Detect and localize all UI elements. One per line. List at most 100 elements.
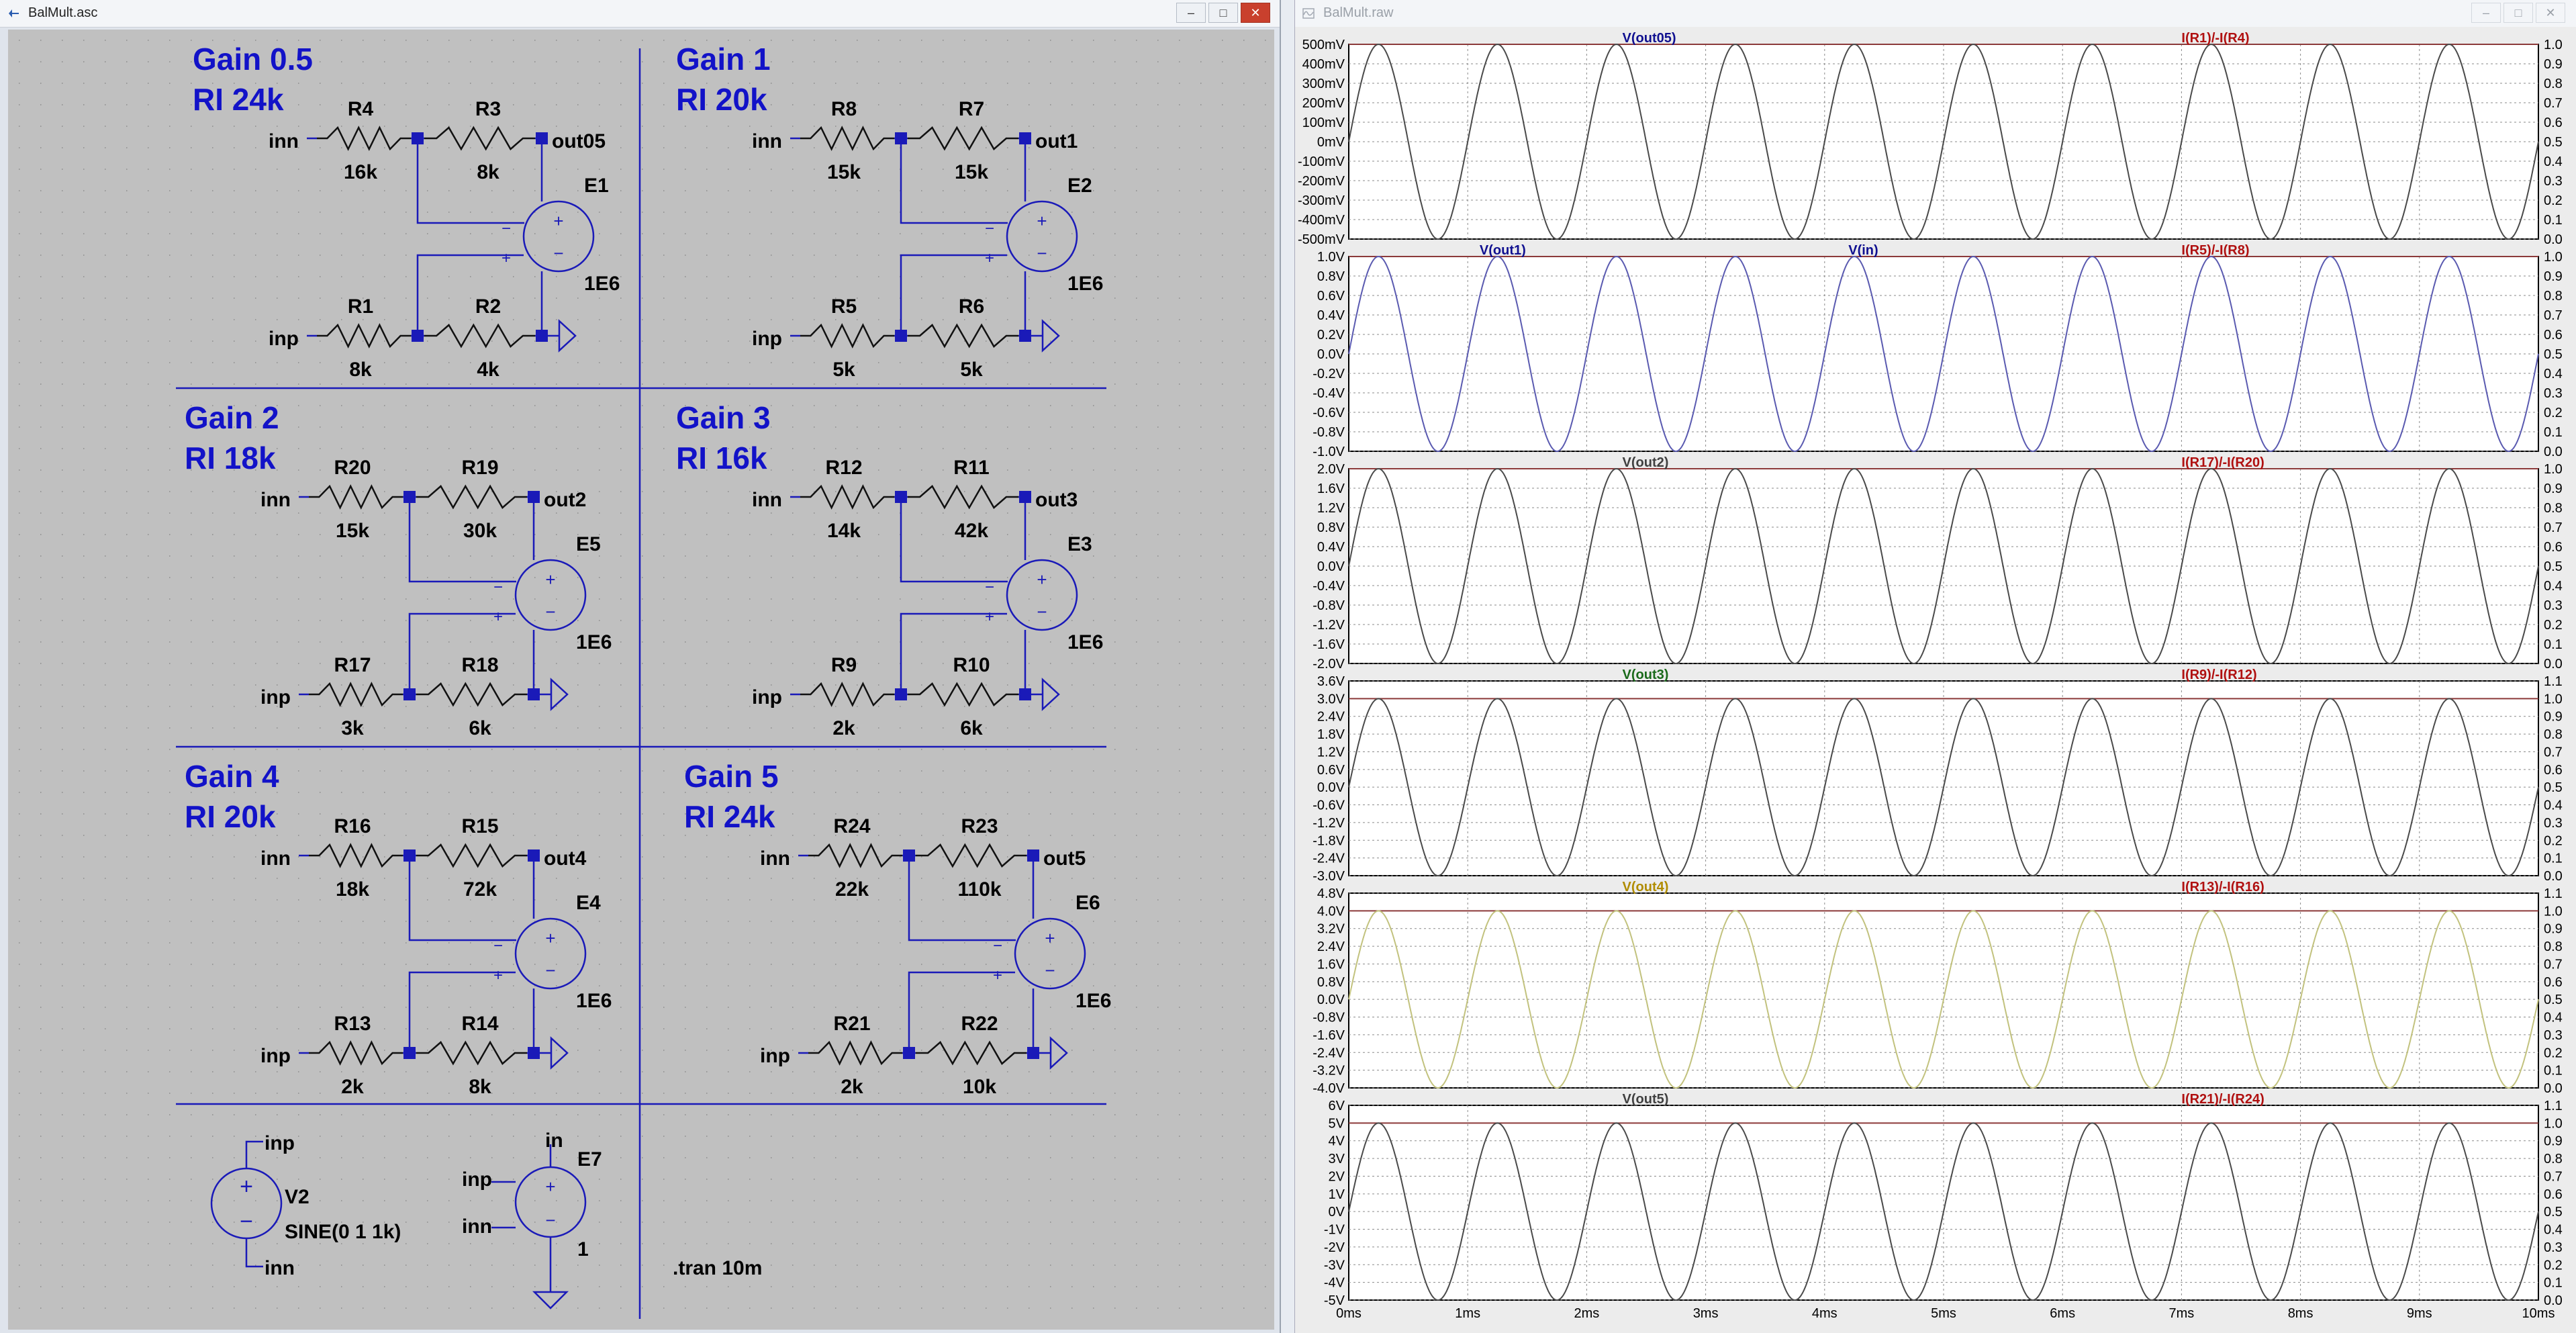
resistor-value: 15k	[336, 520, 369, 542]
y-tick-label: 4.8V	[1317, 886, 1345, 901]
right-tick-label: 0.1	[2544, 1064, 2563, 1078]
ground-symbol	[558, 319, 577, 353]
net-label-inn: inn	[269, 130, 299, 152]
resistor-name: R14	[461, 1013, 498, 1035]
maximize-button[interactable]: □	[1208, 3, 1238, 23]
cell-gain-label: Gain 0.5	[193, 42, 313, 77]
opamp-input-plus: +	[493, 608, 503, 626]
net-label-inp: inp	[265, 1132, 295, 1154]
right-tick-label: 0.2	[2544, 193, 2563, 208]
net-label-inp: inp	[260, 686, 291, 708]
y-tick-label: 3.0V	[1317, 692, 1345, 706]
plot-maximize-button[interactable]: □	[2503, 3, 2533, 23]
resistor-name: R20	[334, 457, 371, 479]
resistor-name: R3	[475, 98, 501, 120]
resistor-symbol	[808, 1040, 902, 1066]
waveform-titlebar: BalMult.raw – □ ✕	[1295, 0, 2576, 28]
resistor-value: 6k	[469, 717, 491, 739]
right-tick-label: 0.3	[2544, 1240, 2563, 1255]
resistor-symbol	[416, 682, 527, 707]
right-tick-label: 0.7	[2544, 96, 2563, 111]
waveform-canvas[interactable]: 500mV 400mV 300mV 200mV 100mV 0mV -100mV -200mV…	[1295, 27, 2576, 1333]
y-tick-label: -300mV	[1298, 193, 1345, 208]
resistor-name: R12	[825, 457, 862, 479]
opamp-plus-sign: +	[545, 569, 555, 590]
opamp-plus-sign: +	[1037, 211, 1047, 231]
resistor-value: 5k	[832, 359, 855, 381]
resistor-value: 6k	[960, 717, 983, 739]
right-tick-label: 0.3	[2544, 386, 2563, 401]
right-tick-label: 0.8	[2544, 501, 2563, 516]
right-tick-label: 0.5	[2544, 1205, 2563, 1220]
resistor-symbol	[416, 1040, 527, 1066]
y-tick-label: -3.2V	[1313, 1064, 1345, 1078]
right-tick-label: 0.9	[2544, 1134, 2563, 1149]
y-tick-label: 1.2V	[1317, 501, 1345, 516]
resistor-name: R24	[833, 815, 870, 837]
right-tick-label: 0.3	[2544, 174, 2563, 189]
y-tick-label: 100mV	[1302, 116, 1345, 130]
net-label-inp: inp	[462, 1168, 492, 1191]
resistor-name: R21	[833, 1013, 870, 1035]
right-tick-label: 1.1	[2544, 886, 2563, 901]
trace-label: V(out1)	[1480, 243, 1526, 258]
y-tick-label: 1.8V	[1317, 727, 1345, 742]
y-tick-label: -400mV	[1298, 213, 1345, 228]
resistor-symbol	[309, 843, 403, 868]
opamp-plus-sign: +	[553, 211, 563, 231]
y-tick-label: -0.6V	[1313, 798, 1345, 813]
amplifier-cell-3: Gain 2 RI 18k inn R20 15k R19 30k out2 + − − + E5 1E6…	[185, 400, 612, 739]
y-tick-label: 1.6V	[1317, 481, 1345, 496]
y-tick-label: 1.6V	[1317, 957, 1345, 972]
buffer-plus-sign: +	[545, 1177, 555, 1197]
y-tick-label: 0.8V	[1317, 975, 1345, 990]
right-tick-label: 0.6	[2544, 763, 2563, 778]
resistor-name: R4	[348, 98, 374, 120]
y-tick-label: 0.8V	[1317, 520, 1345, 535]
y-tick-label: 2.4V	[1317, 939, 1345, 954]
resistor-name: R23	[961, 815, 998, 837]
resistor-value: 4k	[477, 359, 499, 381]
right-tick-label: 0.2	[2544, 406, 2563, 420]
resistor-symbol	[908, 682, 1018, 707]
resistor-name: R8	[831, 98, 857, 120]
net-label-inp: inp	[269, 328, 299, 350]
net-label-inn: inn	[260, 489, 291, 511]
minimize-button[interactable]: –	[1176, 3, 1206, 23]
y-tick-label: 3.6V	[1317, 674, 1345, 689]
schematic-drawing[interactable]: Gain 0.5RI 24kinnR416kR38kout05+−−+E11E6…	[8, 30, 1274, 1330]
right-tick-label: 0.9	[2544, 481, 2563, 496]
waveform-plot[interactable]: 500mV 400mV 300mV 200mV 100mV 0mV -100mV -200mV…	[1295, 27, 2576, 1333]
spice-directive: .tran 10m	[673, 1257, 762, 1279]
schematic-canvas[interactable]: Gain 0.5 RI 24k inn R4 16k R3 8k out05 + − − + E1 1E6…	[8, 30, 1274, 1330]
y-tick-label: -100mV	[1298, 154, 1345, 169]
resistor-name: R19	[461, 457, 498, 479]
y-tick-label: 0.2V	[1317, 328, 1345, 342]
maximize-icon: □	[1219, 6, 1227, 19]
plot-minimize-button[interactable]: –	[2471, 3, 2501, 23]
y-tick-label: 2V	[1329, 1169, 1345, 1184]
right-tick-label: 0.6	[2544, 116, 2563, 130]
right-tick-label: 1.1	[2544, 1099, 2563, 1113]
junction-node	[895, 330, 907, 342]
y-tick-label: 6V	[1329, 1099, 1345, 1113]
trace-label: V(out5)	[1623, 1092, 1669, 1107]
plot-close-button[interactable]: ✕	[2536, 3, 2565, 23]
ground-symbol	[1041, 319, 1060, 353]
net-label-out: out05	[552, 130, 606, 152]
resistor-symbol	[908, 323, 1018, 349]
opamp-plus-sign: +	[1045, 928, 1055, 948]
y-tick-label: -0.8V	[1313, 598, 1345, 613]
y-tick-label: -0.6V	[1313, 406, 1345, 420]
close-button[interactable]: ✕	[1241, 3, 1270, 23]
y-tick-label: 0.0V	[1317, 993, 1345, 1007]
resistor-name: R6	[959, 295, 984, 318]
y-tick-label: -0.4V	[1313, 386, 1345, 401]
y-tick-label: 3V	[1329, 1152, 1345, 1166]
right-tick-label: 0.2	[2544, 833, 2563, 848]
resistor-symbol	[317, 323, 411, 349]
y-tick-label: -0.8V	[1313, 1011, 1345, 1025]
y-tick-label: -1.0V	[1313, 445, 1345, 459]
opamp-gain: 1E6	[1067, 631, 1103, 653]
net-label-inp: inp	[752, 686, 782, 708]
